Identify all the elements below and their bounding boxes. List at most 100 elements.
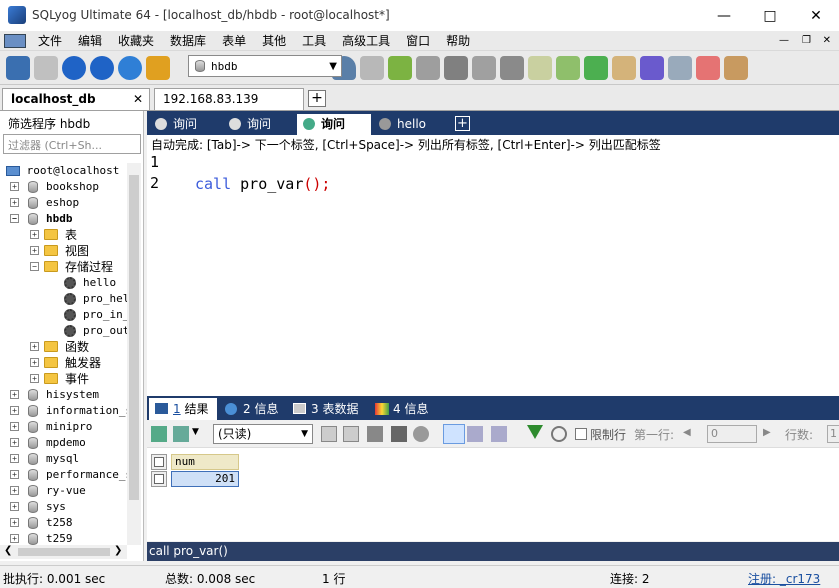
- filter-input[interactable]: 过滤器 (Ctrl+Sh...: [3, 134, 141, 154]
- copy-database-icon[interactable]: [416, 55, 440, 80]
- menu-advanced-tools[interactable]: 高级工具: [334, 31, 398, 51]
- collapse-icon[interactable]: −: [10, 214, 19, 223]
- schema-designer-icon[interactable]: [724, 55, 748, 80]
- connection-tab-localhost[interactable]: localhost_db ✕: [2, 88, 150, 110]
- stop-icon[interactable]: [146, 55, 170, 80]
- result-tab-result[interactable]: 1 结果: [149, 398, 217, 420]
- execute-all-icon[interactable]: [90, 55, 114, 80]
- limit-rows-checkbox[interactable]: [575, 428, 587, 440]
- text-view-icon[interactable]: [491, 426, 507, 442]
- schema-sync-icon[interactable]: [444, 55, 468, 80]
- expand-icon[interactable]: +: [10, 534, 19, 543]
- expand-icon[interactable]: +: [10, 198, 19, 207]
- edit-icon[interactable]: [528, 55, 552, 80]
- query-tab-3[interactable]: 询问: [297, 114, 371, 135]
- add-row-icon[interactable]: [151, 426, 167, 442]
- menu-table[interactable]: 表单: [214, 31, 254, 51]
- expand-icon[interactable]: +: [10, 422, 19, 431]
- header-select-cell[interactable]: [151, 454, 167, 470]
- expand-icon[interactable]: +: [10, 486, 19, 495]
- close-button[interactable]: ✕: [793, 0, 839, 31]
- table-cell[interactable]: 201: [171, 471, 239, 487]
- refresh-icon[interactable]: [551, 426, 567, 442]
- arrow-right-icon[interactable]: ▶: [763, 427, 771, 438]
- expand-icon[interactable]: +: [30, 342, 39, 351]
- query-tab-hello[interactable]: hello: [373, 114, 451, 135]
- menu-window[interactable]: 窗口: [398, 31, 438, 51]
- column-header[interactable]: num: [171, 454, 239, 470]
- menu-database[interactable]: 数据库: [162, 31, 214, 51]
- query-tab-2[interactable]: 询问: [223, 114, 295, 135]
- expand-icon[interactable]: +: [10, 182, 19, 191]
- row-select-cell[interactable]: [151, 471, 167, 487]
- expand-icon[interactable]: +: [30, 246, 39, 255]
- delete-icon[interactable]: [391, 426, 407, 442]
- execute-icon[interactable]: [62, 55, 86, 80]
- minimize-button[interactable]: —: [701, 0, 747, 31]
- code-line[interactable]: call pro_var();: [195, 175, 330, 193]
- menu-tools[interactable]: 工具: [294, 31, 334, 51]
- tree-root[interactable]: root@localhost: [6, 163, 119, 179]
- new-query-icon[interactable]: [34, 55, 58, 80]
- collapse-icon[interactable]: −: [30, 262, 39, 271]
- menu-file[interactable]: 文件: [30, 31, 70, 51]
- edit-mode-select[interactable]: (只读) ▼: [213, 424, 313, 444]
- database-select[interactable]: hbdb ▼: [188, 55, 342, 77]
- arrow-left-icon[interactable]: ◀: [683, 427, 691, 438]
- scrollbar-thumb[interactable]: [18, 548, 110, 556]
- register-link[interactable]: 注册: _cr173: [748, 570, 820, 587]
- sync-icon[interactable]: [584, 55, 608, 80]
- cancel-icon[interactable]: [413, 426, 429, 442]
- menu-edit[interactable]: 编辑: [70, 31, 110, 51]
- export-icon[interactable]: [173, 426, 189, 442]
- table-icon[interactable]: [472, 55, 496, 80]
- add-connection-button[interactable]: +: [308, 90, 326, 107]
- vertical-scrollbar[interactable]: [127, 163, 141, 545]
- form-view-icon[interactable]: [467, 426, 483, 442]
- query-builder-icon[interactable]: [696, 55, 720, 80]
- menu-help[interactable]: 帮助: [438, 31, 478, 51]
- expand-icon[interactable]: +: [10, 438, 19, 447]
- report-icon[interactable]: [668, 55, 692, 80]
- connection-tab-remote[interactable]: 192.168.83.139: [154, 88, 304, 110]
- result-tab-info[interactable]: 2 信息: [219, 398, 285, 420]
- arrow-left-icon[interactable]: ❮: [4, 545, 12, 556]
- first-row-input[interactable]: 0: [707, 425, 757, 443]
- maximize-button[interactable]: □: [747, 0, 793, 31]
- expand-icon[interactable]: +: [10, 406, 19, 415]
- mdi-minimize-icon[interactable]: —: [779, 35, 789, 46]
- expand-icon[interactable]: +: [10, 454, 19, 463]
- mdi-restore-icon[interactable]: ❐: [802, 35, 811, 46]
- scrollbar-thumb[interactable]: [129, 175, 139, 500]
- document-icon[interactable]: [4, 33, 26, 48]
- expand-icon[interactable]: +: [10, 390, 19, 399]
- new-connection-icon[interactable]: [6, 55, 30, 80]
- duplicate-row-icon[interactable]: [343, 426, 359, 442]
- expand-icon[interactable]: +: [30, 374, 39, 383]
- close-icon[interactable]: ✕: [133, 89, 143, 109]
- insert-row-icon[interactable]: [321, 426, 337, 442]
- arrow-right-icon[interactable]: ❯: [114, 545, 122, 556]
- refresh-icon[interactable]: [118, 55, 142, 80]
- expand-icon[interactable]: +: [10, 518, 19, 527]
- import-icon[interactable]: [500, 55, 524, 80]
- result-tab-info-2[interactable]: 4 信息: [369, 398, 437, 420]
- chevron-down-icon[interactable]: ▼: [192, 427, 199, 437]
- sql-editor[interactable]: 1 2 call pro_var();: [147, 153, 839, 425]
- filter-icon[interactable]: [527, 425, 543, 439]
- menu-other[interactable]: 其他: [254, 31, 294, 51]
- query-tab-1[interactable]: 询问: [149, 114, 221, 135]
- expand-icon[interactable]: +: [30, 230, 39, 239]
- horizontal-scrollbar[interactable]: ❮ ❯: [0, 545, 127, 559]
- scheduler-icon[interactable]: [640, 55, 664, 80]
- mdi-close-icon[interactable]: ✕: [823, 35, 831, 46]
- save-icon[interactable]: [367, 426, 383, 442]
- expand-icon[interactable]: +: [10, 470, 19, 479]
- expand-icon[interactable]: +: [30, 358, 39, 367]
- backup-icon[interactable]: [556, 55, 580, 80]
- result-tab-table-data[interactable]: 3 表数据: [287, 398, 365, 420]
- menu-favorites[interactable]: 收藏夹: [110, 31, 162, 51]
- expand-icon[interactable]: +: [10, 502, 19, 511]
- database-restore-icon[interactable]: [388, 55, 412, 80]
- database-backup-icon[interactable]: [360, 55, 384, 80]
